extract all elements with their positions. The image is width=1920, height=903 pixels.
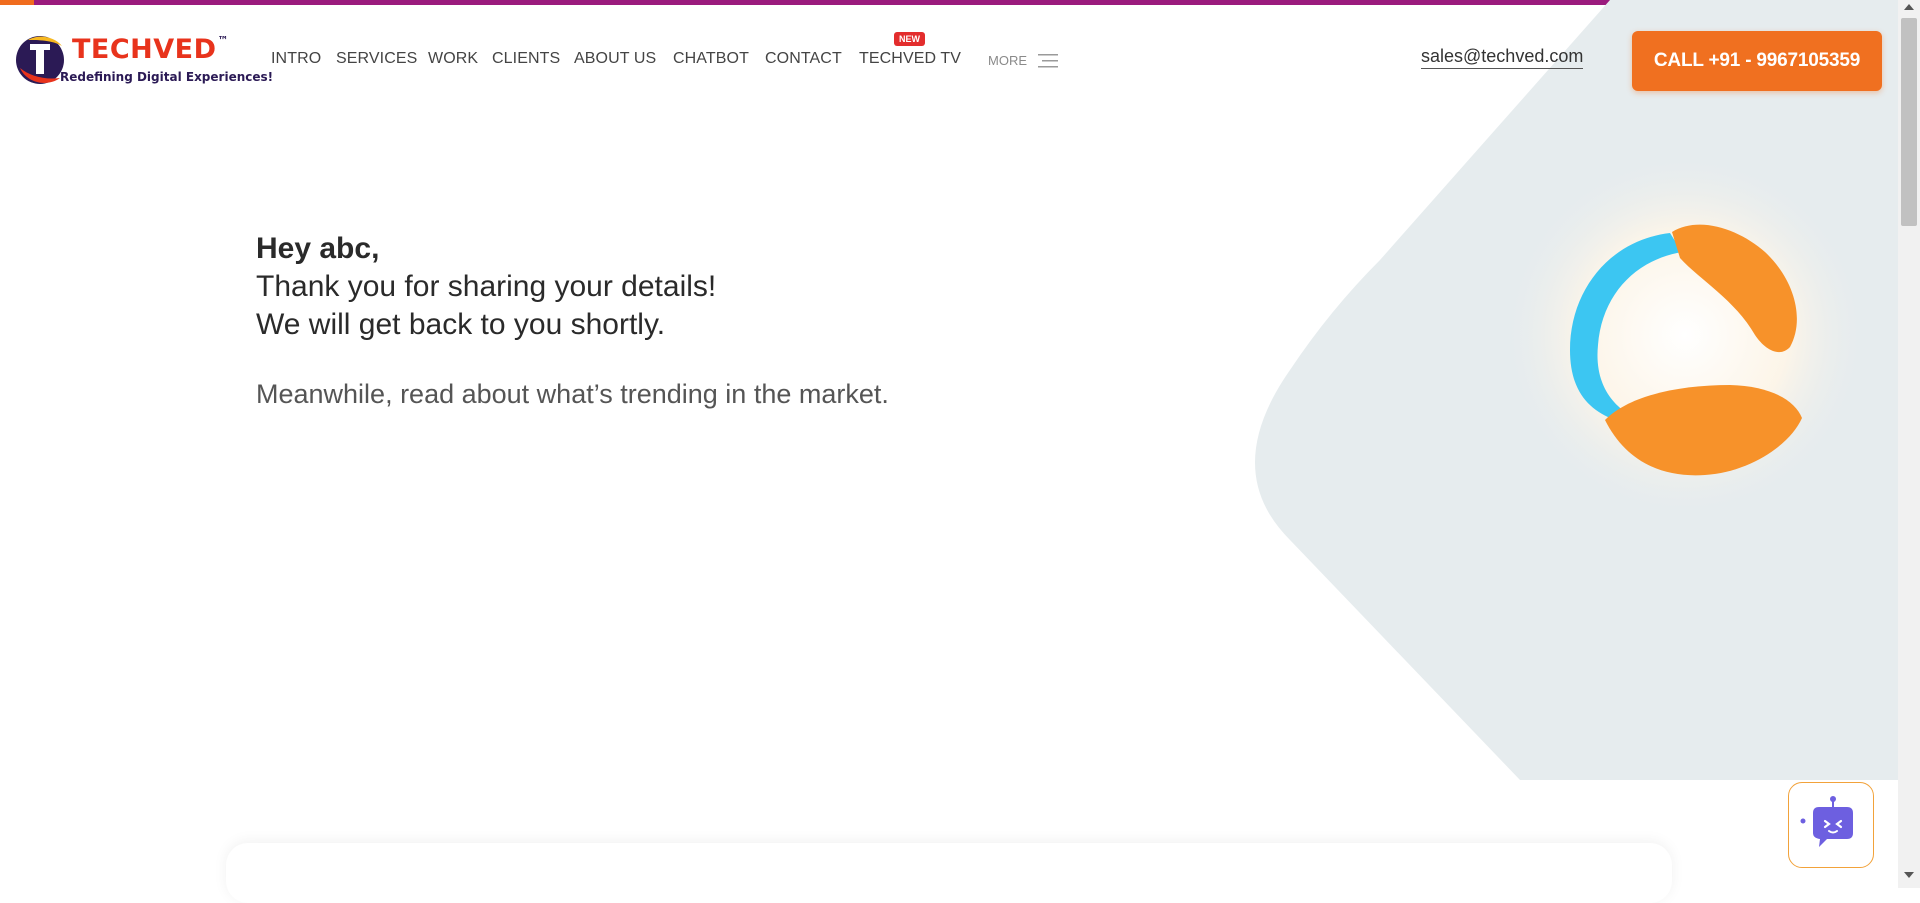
scroll-up-arrow-icon[interactable] bbox=[1904, 4, 1914, 10]
chatbot-robot-icon bbox=[1800, 796, 1853, 847]
get-back-line: We will get back to you shortly. bbox=[256, 308, 666, 341]
nav-item-clients[interactable]: CLIENTS bbox=[492, 50, 560, 68]
scrollbar-thumb[interactable] bbox=[1901, 18, 1917, 226]
techved-logo[interactable]: TECHVED™ Redefining Digital Experiences! bbox=[14, 32, 273, 88]
techved-swirl-graphic bbox=[1570, 224, 1802, 476]
hamburger-menu-icon[interactable] bbox=[1038, 53, 1058, 69]
nav-item-techved-tv[interactable]: TECHVED TV bbox=[859, 50, 961, 68]
nav-item-about-us[interactable]: ABOUT US bbox=[574, 50, 656, 68]
chatbot-launcher-button[interactable] bbox=[1788, 782, 1874, 868]
top-accent-bar bbox=[0, 0, 1920, 5]
nav-item-intro[interactable]: INTRO bbox=[271, 50, 321, 68]
more-menu-label[interactable]: MORE bbox=[988, 53, 1027, 68]
nav-item-work[interactable]: WORK bbox=[428, 50, 478, 68]
nav-item-services[interactable]: SERVICES bbox=[336, 50, 417, 68]
trending-articles-card bbox=[226, 843, 1672, 903]
logo-wordmark: TECHVED™ bbox=[72, 34, 230, 65]
hero-background-shape bbox=[1255, 0, 1920, 780]
trending-intro-text: Meanwhile, read about what’s trending in… bbox=[256, 379, 889, 409]
email-link[interactable]: sales@techved.com bbox=[1421, 46, 1584, 69]
greeting-heading: Hey abc, bbox=[256, 232, 380, 265]
call-button[interactable]: CALL +91 - 9967105359 bbox=[1632, 31, 1882, 91]
nav-item-chatbot[interactable]: CHATBOT bbox=[673, 50, 749, 68]
new-badge: NEW bbox=[894, 32, 925, 46]
scroll-down-arrow-icon[interactable] bbox=[1904, 872, 1914, 878]
thank-you-line: Thank you for sharing your details! bbox=[256, 270, 717, 303]
hero-glow bbox=[1500, 150, 1870, 520]
logo-tagline: Redefining Digital Experiences! bbox=[60, 70, 274, 84]
nav-item-contact[interactable]: CONTACT bbox=[765, 50, 842, 68]
